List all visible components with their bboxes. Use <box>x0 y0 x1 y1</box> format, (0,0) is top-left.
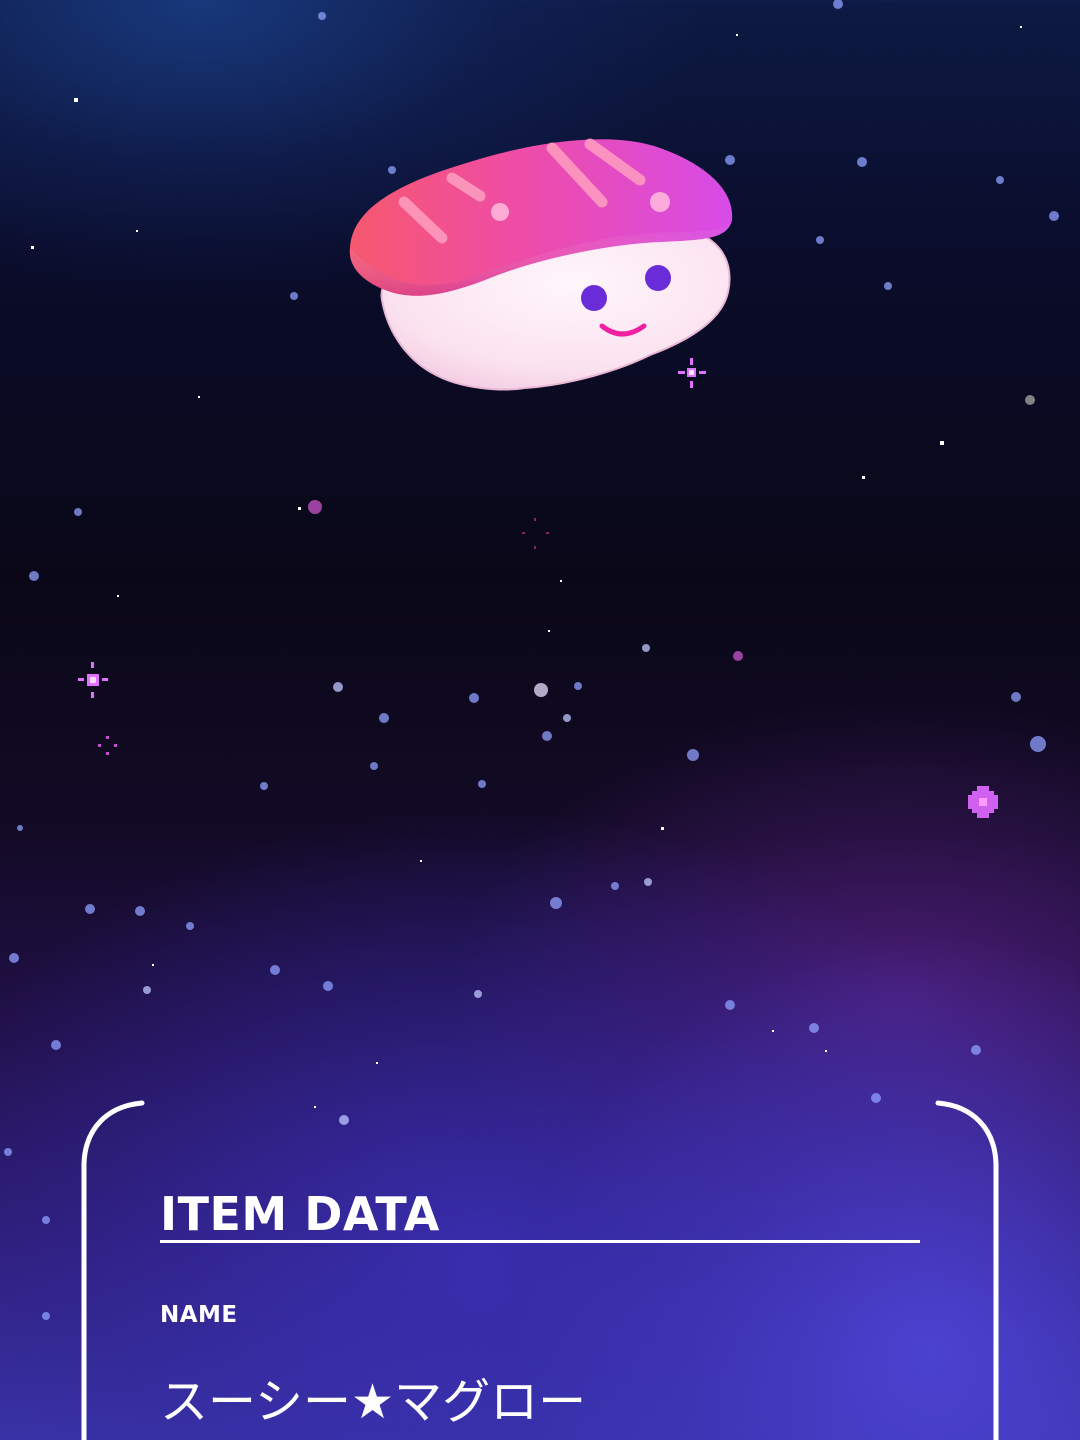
name-field-label: NAME <box>160 1302 238 1328</box>
sparkle-icon <box>78 662 108 698</box>
name-field-value: スーシー★マグロー <box>160 1374 587 1430</box>
title-underline <box>160 1240 920 1243</box>
sushi-mascot <box>349 138 733 391</box>
sparkle-icon <box>968 786 998 818</box>
sushi-right-eye <box>645 265 671 291</box>
panel-title: ITEM DATA <box>160 1187 440 1241</box>
sparkle-icon <box>522 518 549 549</box>
sparkle-icon <box>98 736 117 755</box>
item-data-panel: ITEM DATA NAME スーシー★マグロー <box>80 1100 1000 1440</box>
sushi-left-eye <box>581 285 607 311</box>
